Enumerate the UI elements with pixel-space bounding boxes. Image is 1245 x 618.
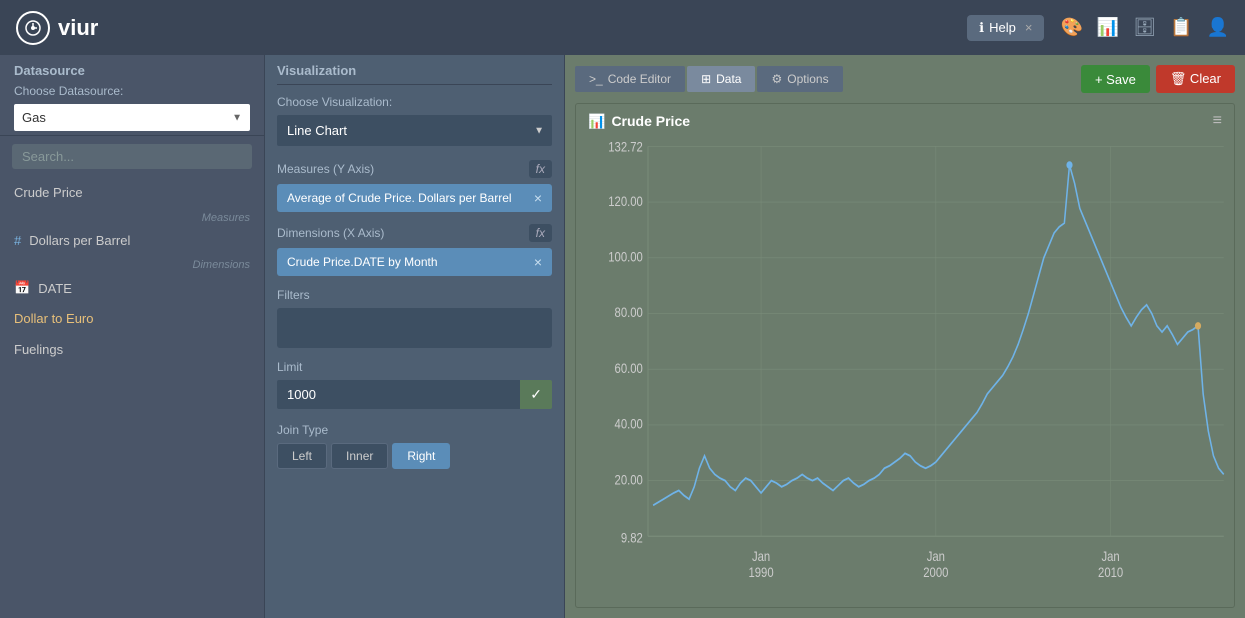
measures-fx-button[interactable]: fx xyxy=(529,160,552,178)
svg-text:60.00: 60.00 xyxy=(615,361,643,376)
chart-toolbar: >_ Code Editor ⊞ Data ⚙ Options + Save 🗑… xyxy=(575,65,1235,93)
tab-data-label: Data xyxy=(716,72,741,86)
main-layout: Datasource Choose Datasource: Gas Crude … xyxy=(0,55,1245,618)
chart-title-text: Crude Price xyxy=(611,113,690,129)
filters-section: Filters xyxy=(277,288,552,348)
logo-icon xyxy=(16,11,50,45)
svg-text:100.00: 100.00 xyxy=(608,250,643,265)
tab-code-editor[interactable]: >_ Code Editor xyxy=(575,66,685,92)
datasource-select[interactable]: Gas xyxy=(14,104,250,131)
limit-label: Limit xyxy=(277,360,552,374)
svg-text:132.72: 132.72 xyxy=(608,139,643,154)
dimensions-section: Dimensions (X Axis) fx Crude Price.DATE … xyxy=(277,224,552,276)
tab-code-editor-label: Code Editor xyxy=(608,72,671,86)
measures-tag-close[interactable]: × xyxy=(534,190,542,206)
chart-tabs: >_ Code Editor ⊞ Data ⚙ Options xyxy=(575,66,843,92)
join-right-button[interactable]: Right xyxy=(392,443,450,469)
svg-text:2010: 2010 xyxy=(1098,565,1123,580)
list-item-date[interactable]: 📅 DATE xyxy=(0,273,264,303)
svg-text:1990: 1990 xyxy=(748,565,773,580)
help-button[interactable]: ℹ Help × xyxy=(967,15,1044,41)
dimensions-label: Dimensions (X Axis) xyxy=(277,226,384,240)
limit-input[interactable] xyxy=(277,380,520,409)
viz-select[interactable]: Line Chart xyxy=(277,115,552,146)
join-buttons: Left Inner Right xyxy=(277,443,552,469)
join-inner-button[interactable]: Inner xyxy=(331,443,388,469)
svg-text:40.00: 40.00 xyxy=(615,417,643,432)
chart-bar-icon: 📊 xyxy=(588,113,605,130)
measures-section: Measures (Y Axis) fx Average of Crude Pr… xyxy=(277,160,552,212)
chart-title-bar: 📊 Crude Price xyxy=(588,113,690,130)
dimensions-tag-text: Crude Price.DATE by Month xyxy=(287,255,438,269)
measures-tag: Average of Crude Price. Dollars per Barr… xyxy=(277,184,552,212)
logo: viur xyxy=(16,11,98,45)
dollars-barrel-label: Dollars per Barrel xyxy=(29,233,130,248)
tab-options[interactable]: ⚙ Options xyxy=(757,66,842,92)
left-panel: Datasource Choose Datasource: Gas Crude … xyxy=(0,55,265,618)
viz-select-wrapper: Line Chart xyxy=(277,115,552,146)
help-label: Help xyxy=(989,20,1016,35)
svg-text:20.00: 20.00 xyxy=(615,472,643,487)
list-item-dollar-euro[interactable]: Dollar to Euro xyxy=(0,303,264,334)
filters-area xyxy=(277,308,552,348)
svg-text:Jan: Jan xyxy=(927,549,945,564)
list-item-crude-price[interactable]: Crude Price xyxy=(0,177,264,208)
chart-menu-icon[interactable]: ≡ xyxy=(1213,112,1222,130)
app-header: viur ℹ Help × 🎨 📊 🗄 📋 👤 xyxy=(0,0,1245,55)
dimensions-category: Dimensions xyxy=(0,255,264,273)
datasource-label: Choose Datasource: xyxy=(14,84,250,98)
dimensions-tag-close[interactable]: × xyxy=(534,254,542,270)
chart-actions: + Save 🗑 Clear xyxy=(1081,65,1235,93)
options-icon: ⚙ xyxy=(771,72,782,86)
viz-label: Choose Visualization: xyxy=(277,95,552,109)
user-icon[interactable]: 👤 xyxy=(1207,17,1229,38)
filters-label: Filters xyxy=(277,288,552,302)
left-panel-content: Crude Price Measures # Dollars per Barre… xyxy=(0,177,264,618)
document-icon[interactable]: 📋 xyxy=(1170,17,1192,38)
join-label: Join Type xyxy=(277,423,552,437)
chart-icon[interactable]: 📊 xyxy=(1097,17,1119,38)
svg-text:Jan: Jan xyxy=(1102,549,1120,564)
search-input[interactable] xyxy=(12,144,252,169)
chart-panel: >_ Code Editor ⊞ Data ⚙ Options + Save 🗑… xyxy=(565,55,1245,618)
tab-data[interactable]: ⊞ Data xyxy=(687,66,755,92)
list-item-fuelings[interactable]: Fuelings xyxy=(0,334,264,365)
dimensions-tag: Crude Price.DATE by Month × xyxy=(277,248,552,276)
svg-text:2000: 2000 xyxy=(923,565,948,580)
middle-panel: Visualization Choose Visualization: Line… xyxy=(265,55,565,618)
logo-text: viur xyxy=(58,15,98,41)
header-right: ℹ Help × 🎨 📊 🗄 📋 👤 xyxy=(967,15,1229,41)
svg-text:Jan: Jan xyxy=(752,549,770,564)
hash-icon: # xyxy=(14,233,21,248)
limit-section: Limit ✓ xyxy=(277,360,552,409)
svg-text:9.82: 9.82 xyxy=(621,531,643,546)
tab-options-label: Options xyxy=(787,72,828,86)
help-close-icon[interactable]: × xyxy=(1025,20,1033,35)
code-editor-icon: >_ xyxy=(589,72,603,86)
join-left-button[interactable]: Left xyxy=(277,443,327,469)
visualization-title: Visualization xyxy=(277,63,356,78)
measures-tag-text: Average of Crude Price. Dollars per Barr… xyxy=(287,191,512,205)
data-icon: ⊞ xyxy=(701,72,711,86)
svg-text:120.00: 120.00 xyxy=(608,194,643,209)
palette-icon[interactable]: 🎨 xyxy=(1060,17,1082,38)
svg-text:80.00: 80.00 xyxy=(615,305,643,320)
database-icon[interactable]: 🗄 xyxy=(1133,17,1156,38)
dimensions-fx-button[interactable]: fx xyxy=(529,224,552,242)
list-item-dollars-barrel[interactable]: # Dollars per Barrel xyxy=(0,226,264,255)
limit-confirm-button[interactable]: ✓ xyxy=(520,380,552,409)
measures-label: Measures (Y Axis) xyxy=(277,162,374,176)
join-section: Join Type Left Inner Right xyxy=(277,423,552,469)
save-button[interactable]: + Save xyxy=(1081,65,1150,93)
chart-container: 📊 Crude Price ≡ xyxy=(575,103,1235,608)
help-info-icon: ℹ xyxy=(979,20,984,36)
date-label: DATE xyxy=(38,281,72,296)
measures-category: Measures xyxy=(0,208,264,226)
header-icons: 🎨 📊 🗄 📋 👤 xyxy=(1060,17,1229,38)
calendar-icon: 📅 xyxy=(14,280,30,296)
datasource-title: Datasource xyxy=(14,63,250,84)
clear-button[interactable]: 🗑 Clear xyxy=(1156,65,1235,93)
chart-svg: 132.72 120.00 100.00 80.00 60.00 40.00 2… xyxy=(576,134,1234,592)
